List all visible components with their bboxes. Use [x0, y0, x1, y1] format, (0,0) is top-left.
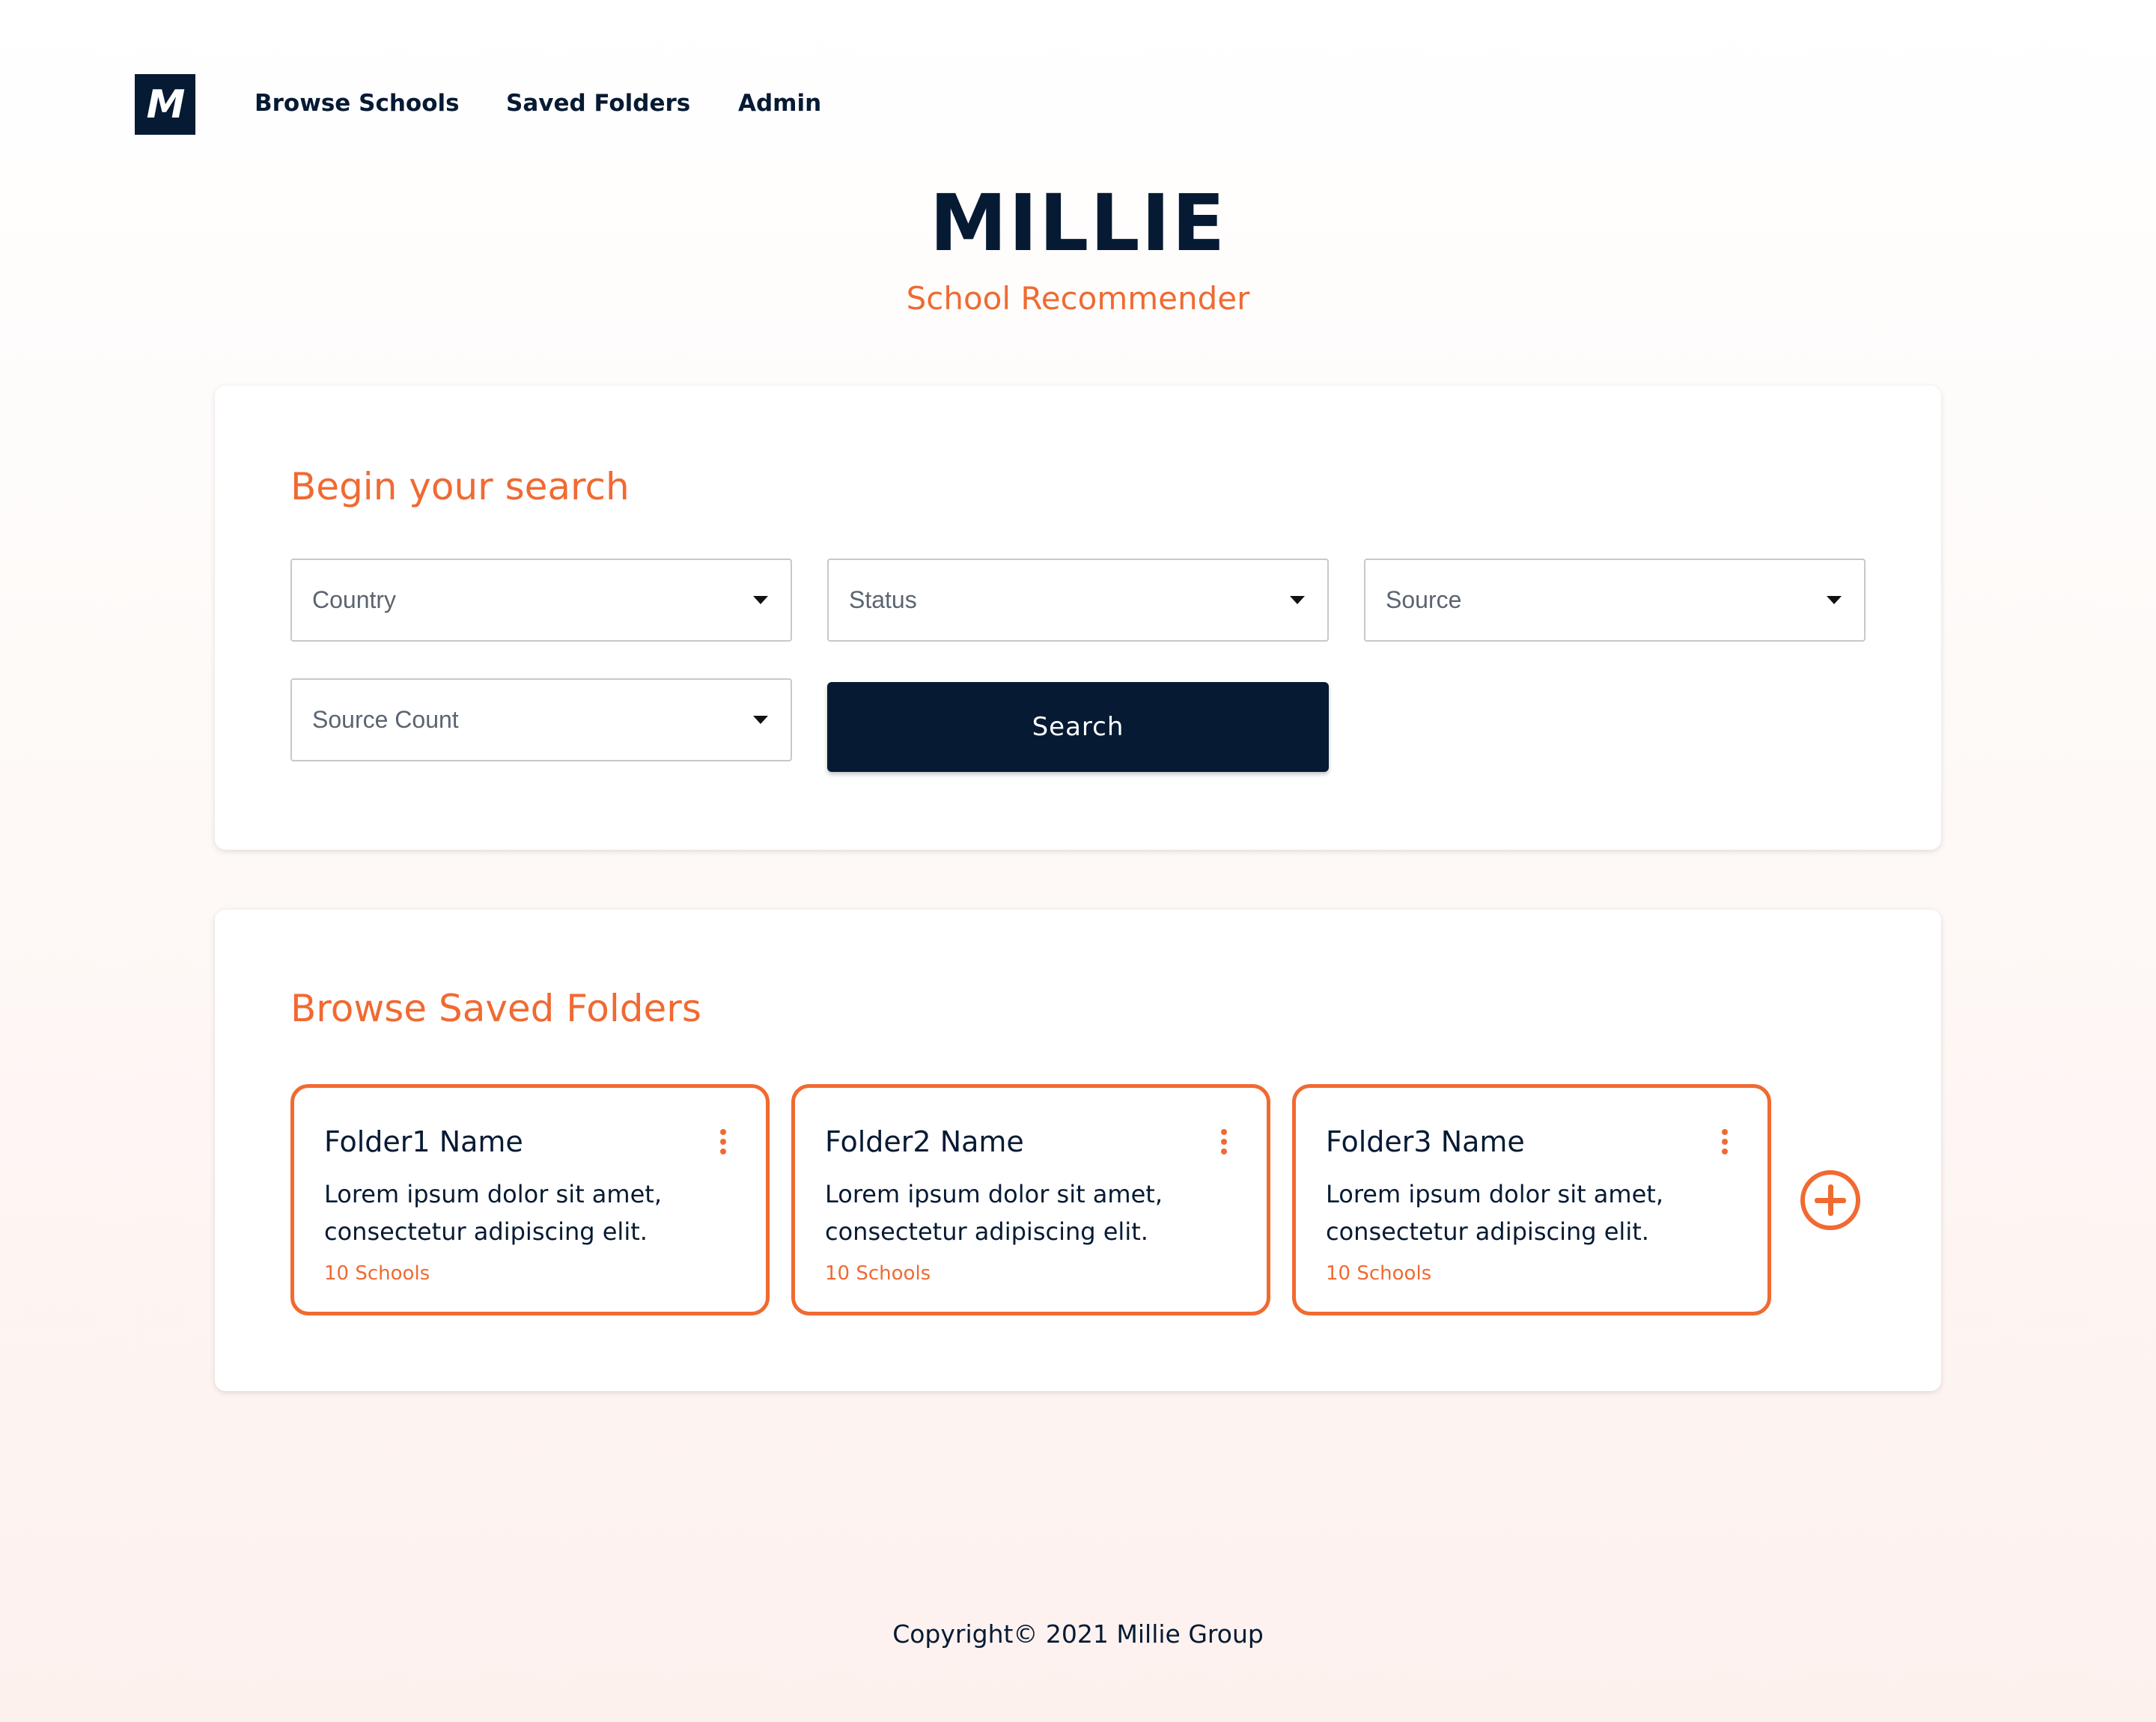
source-count-select[interactable]: Source Count — [290, 678, 792, 761]
folder-name: Folder2 Name — [825, 1125, 1024, 1158]
kebab-menu-icon[interactable] — [1219, 1129, 1229, 1156]
search-panel: Begin your search Country Status Source … — [215, 386, 1941, 850]
caret-down-icon — [753, 595, 768, 604]
country-select[interactable]: Country — [290, 559, 792, 642]
caret-down-icon — [1290, 595, 1305, 604]
folder-school-count: 10 Schools — [324, 1262, 430, 1285]
folder-card[interactable]: Folder2 Name Lorem ipsum dolor sit amet,… — [791, 1084, 1270, 1315]
source-select[interactable]: Source — [1364, 559, 1866, 642]
search-button[interactable]: Search — [827, 682, 1329, 772]
folder-card[interactable]: Folder3 Name Lorem ipsum dolor sit amet,… — [1292, 1084, 1771, 1315]
page-subtitle: School Recommender — [906, 280, 1250, 317]
caret-down-icon — [753, 715, 768, 724]
kebab-menu-icon[interactable] — [1720, 1129, 1730, 1156]
nav-browse-schools[interactable]: Browse Schools — [255, 87, 460, 120]
folder-description: Lorem ipsum dolor sit amet, consectetur … — [825, 1180, 1163, 1246]
source-count-select-label: Source Count — [312, 706, 459, 733]
search-panel-title: Begin your search — [290, 465, 630, 508]
folder-school-count: 10 Schools — [825, 1262, 931, 1285]
saved-folders-panel: Browse Saved Folders Folder1 Name Lorem … — [215, 910, 1941, 1391]
page-title: MILLIE — [929, 177, 1227, 269]
kebab-menu-icon[interactable] — [718, 1129, 728, 1156]
country-select-label: Country — [312, 586, 397, 613]
plus-circle-icon-stroke — [1827, 1184, 1833, 1216]
folder-card[interactable]: Folder1 Name Lorem ipsum dolor sit amet,… — [290, 1084, 770, 1315]
nav-saved-folders[interactable]: Saved Folders — [506, 87, 690, 120]
folder-description: Lorem ipsum dolor sit amet, consectetur … — [1326, 1180, 1663, 1246]
status-select-label: Status — [849, 586, 917, 613]
folder-name: Folder1 Name — [324, 1125, 523, 1158]
folder-description: Lorem ipsum dolor sit amet, consectetur … — [324, 1180, 662, 1246]
logo[interactable]: M — [135, 74, 195, 135]
folder-name: Folder3 Name — [1326, 1125, 1525, 1158]
footer-copyright: Copyright© 2021 Millie Group — [892, 1619, 1264, 1649]
saved-folders-title: Browse Saved Folders — [290, 987, 701, 1030]
add-folder-button[interactable] — [1800, 1170, 1860, 1230]
caret-down-icon — [1827, 595, 1842, 604]
source-select-label: Source — [1386, 586, 1462, 613]
nav-admin[interactable]: Admin — [738, 87, 821, 120]
folder-school-count: 10 Schools — [1326, 1262, 1432, 1285]
status-select[interactable]: Status — [827, 559, 1329, 642]
